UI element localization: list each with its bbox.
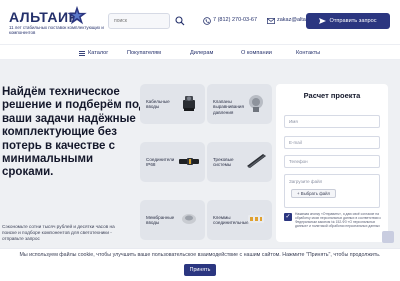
- consent-text: Нажимая кнопку «Отправить», я даю своё с…: [295, 212, 381, 228]
- hero-title: Найдём техническое решение и подберём по…: [2, 86, 147, 179]
- nav-item-dealers[interactable]: Дилерам: [190, 50, 213, 56]
- menu-icon: [79, 50, 85, 56]
- file-upload-area[interactable]: Загрузите файл + Выбрать файл: [284, 174, 380, 208]
- cookie-banner: Мы используем файлы cookie, чтобы улучши…: [0, 248, 400, 281]
- membrane-gland-icon: [182, 214, 196, 224]
- category-card-membrane-glands[interactable]: Мембранные вводы: [140, 200, 205, 240]
- nav-label: Каталог: [88, 50, 109, 56]
- phone-number[interactable]: 7 (812) 270-03-67: [213, 17, 257, 23]
- name-field[interactable]: Имя: [284, 115, 380, 128]
- star-logo-icon: [67, 5, 87, 25]
- nav-item-catalog[interactable]: Каталог: [79, 50, 108, 56]
- phone-icon: [203, 17, 211, 25]
- send-request-button[interactable]: Отправить запрос: [306, 13, 390, 29]
- pressure-valve-icon: [249, 95, 263, 112]
- category-label: Клапаны выравнивания давления: [213, 99, 244, 115]
- accept-cookie-button[interactable]: Принять: [184, 264, 216, 276]
- email-field[interactable]: E-mail: [284, 136, 380, 149]
- category-card-cable-glands[interactable]: Кабельные вводы: [140, 84, 205, 124]
- hero-text: Сэкономьте сотни тысяч рублей и десятки …: [2, 224, 115, 241]
- category-card-pressure-valves[interactable]: Клапаны выравнивания давления: [207, 84, 272, 124]
- tagline: 11 лет стабильных поставок комплектующих…: [9, 25, 104, 36]
- category-label: Кабельные вводы: [146, 99, 170, 110]
- mail-icon: [267, 18, 275, 24]
- category-card-terminals[interactable]: Клеммы соединительные: [207, 200, 272, 240]
- file-upload-label: Загрузите файл: [289, 179, 323, 184]
- nav-item-contacts[interactable]: Контакты: [296, 50, 320, 56]
- cookie-text: Мы используем файлы cookie, чтобы улучши…: [19, 252, 381, 258]
- search-input[interactable]: [108, 13, 170, 29]
- search-icon[interactable]: [175, 16, 185, 26]
- category-card-track-systems[interactable]: Трековые системы: [207, 142, 272, 182]
- nav-item-about[interactable]: О компании: [241, 50, 272, 56]
- nav-item-buyers[interactable]: Покупателям: [127, 50, 161, 56]
- send-icon: [319, 18, 327, 24]
- main-nav: Каталог Покупателям Дилерам О компании К…: [0, 44, 400, 60]
- choose-file-button[interactable]: + Выбрать файл: [291, 189, 337, 198]
- category-label: Клеммы соединительные: [213, 215, 249, 226]
- phone-field[interactable]: Телефон: [284, 155, 380, 168]
- consent-checkbox[interactable]: ✓: [284, 213, 292, 221]
- connector-icon: [179, 158, 199, 165]
- site-header: АЛЬТАИР 11 лет стабильных поставок компл…: [0, 0, 400, 44]
- send-request-label: Отправить запрос: [329, 18, 377, 24]
- category-label: Мембранные вводы: [146, 215, 175, 226]
- category-card-connectors[interactable]: Соединители IP68: [140, 142, 205, 182]
- category-label: Соединители IP68: [146, 157, 175, 168]
- choose-file-label: Выбрать файл: [300, 191, 331, 196]
- project-calc-form: Расчет проекта Имя E-mail Телефон Загруз…: [276, 84, 388, 242]
- category-label: Трековые системы: [213, 157, 234, 168]
- track-system-icon: [247, 154, 266, 168]
- terminal-icon: [248, 215, 264, 223]
- cable-gland-icon: [183, 96, 195, 111]
- scroll-up-button[interactable]: [382, 231, 394, 243]
- form-title: Расчет проекта: [303, 91, 361, 100]
